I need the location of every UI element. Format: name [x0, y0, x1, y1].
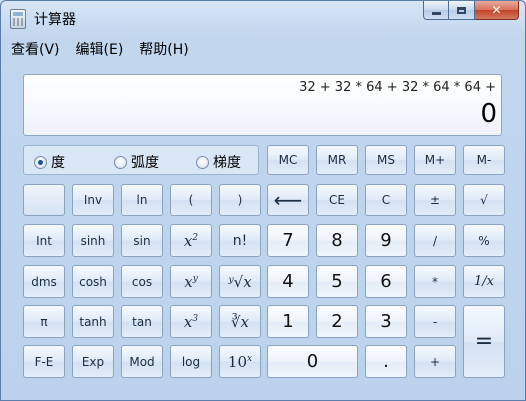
decimal-button[interactable]: .	[365, 345, 407, 378]
cos-button[interactable]: cos	[121, 265, 163, 298]
calculator-app-icon	[10, 9, 26, 29]
cube-button[interactable]: x3	[170, 305, 212, 338]
ms-button[interactable]: MS	[365, 145, 407, 175]
cube-root-button[interactable]: ∛x	[219, 305, 261, 338]
ln-button[interactable]: ln	[121, 184, 163, 216]
expression-readout: 32 + 32 * 64 + 32 * 64 * 64 +	[299, 80, 496, 95]
digit-1-button[interactable]: 1	[267, 305, 309, 338]
mc-button[interactable]: MC	[267, 145, 309, 175]
power-button[interactable]: xy	[170, 265, 212, 298]
radio-unchecked-icon	[114, 155, 127, 169]
menu-bar: 查看(V) 编辑(E) 帮助(H)	[1, 37, 525, 61]
radio-gradians-label: 梯度	[213, 155, 241, 171]
radio-unchecked-icon	[196, 155, 209, 169]
reciprocal-button[interactable]: 1/x	[463, 265, 505, 298]
dms-button[interactable]: dms	[23, 265, 65, 298]
tan-button[interactable]: tan	[121, 305, 163, 338]
equals-button[interactable]: =	[463, 305, 505, 378]
blank-button	[23, 184, 65, 216]
mr-button[interactable]: MR	[316, 145, 358, 175]
result-readout: 0	[480, 99, 497, 129]
minimize-button[interactable]	[423, 1, 449, 20]
plusminus-button[interactable]: ±	[414, 184, 456, 216]
percent-button[interactable]: %	[463, 224, 505, 257]
divide-button[interactable]: /	[414, 224, 456, 257]
radio-radians-label: 弧度	[131, 155, 159, 171]
square-label: x2	[183, 231, 199, 250]
digit-4-button[interactable]: 4	[267, 265, 309, 298]
menu-help[interactable]: 帮助(H)	[129, 39, 194, 59]
radio-degrees-label: 度	[51, 155, 65, 171]
lparen-button[interactable]: (	[170, 184, 212, 216]
digit-6-button[interactable]: 6	[365, 265, 407, 298]
add-button[interactable]: +	[414, 345, 456, 378]
maximize-button[interactable]	[449, 1, 475, 20]
display-panel: 32 + 32 * 64 + 32 * 64 * 64 + 0	[23, 74, 502, 136]
yroot-label: ʸ√x	[228, 272, 252, 291]
yroot-button[interactable]: ʸ√x	[219, 265, 261, 298]
clear-button[interactable]: C	[365, 184, 407, 216]
cube-root-label: ∛x	[230, 312, 250, 331]
log-button[interactable]: log	[170, 345, 212, 378]
radio-radians[interactable]: 弧度	[114, 152, 159, 172]
sqrt-button[interactable]: √	[463, 184, 505, 216]
close-icon: ✕	[491, 3, 502, 17]
radio-degrees[interactable]: 度	[34, 152, 65, 172]
digit-7-button[interactable]: 7	[267, 224, 309, 257]
sinh-button[interactable]: sinh	[72, 224, 114, 257]
digit-5-button[interactable]: 5	[316, 265, 358, 298]
calculator-window: 计算器 ✕ 查看(V) 编辑(E) 帮助(H) 32 + 32 * 64 + 3…	[0, 0, 526, 401]
power-label: xy	[184, 272, 198, 291]
backspace-button[interactable]: ⟵	[267, 184, 309, 216]
digit-9-button[interactable]: 9	[365, 224, 407, 257]
close-button[interactable]: ✕	[475, 1, 519, 20]
sin-button[interactable]: sin	[121, 224, 163, 257]
digit-8-button[interactable]: 8	[316, 224, 358, 257]
minimize-icon	[431, 11, 441, 15]
angle-unit-group: 度 弧度 梯度	[23, 145, 259, 175]
multiply-button[interactable]: *	[414, 265, 456, 298]
digit-2-button[interactable]: 2	[316, 305, 358, 338]
fe-button[interactable]: F-E	[23, 345, 65, 378]
ten-power-label: 10x	[227, 352, 253, 371]
digit-3-button[interactable]: 3	[365, 305, 407, 338]
radio-checked-icon	[34, 155, 47, 169]
inv-button[interactable]: Inv	[72, 184, 114, 216]
tanh-button[interactable]: tanh	[72, 305, 114, 338]
digit-0-button[interactable]: 0	[267, 345, 358, 378]
caption-buttons: ✕	[423, 1, 519, 21]
ten-power-button[interactable]: 10x	[219, 345, 261, 378]
rparen-button[interactable]: )	[219, 184, 261, 216]
radio-gradians[interactable]: 梯度	[196, 152, 241, 172]
reciprocal-label: 1/x	[474, 274, 494, 289]
mplus-button[interactable]: M+	[414, 145, 456, 175]
ce-button[interactable]: CE	[316, 184, 358, 216]
pi-button[interactable]: π	[23, 305, 65, 338]
factorial-button[interactable]: n!	[219, 224, 261, 257]
menu-edit[interactable]: 编辑(E)	[66, 39, 130, 59]
cube-label: x3	[183, 312, 199, 331]
menu-view[interactable]: 查看(V)	[1, 39, 66, 59]
subtract-button[interactable]: -	[414, 305, 456, 338]
maximize-icon	[457, 6, 466, 14]
int-button[interactable]: Int	[23, 224, 65, 257]
cosh-button[interactable]: cosh	[72, 265, 114, 298]
title-bar[interactable]: 计算器 ✕	[1, 1, 525, 35]
mod-button[interactable]: Mod	[121, 345, 163, 378]
square-button[interactable]: x2	[170, 224, 212, 257]
mminus-button[interactable]: M-	[463, 145, 505, 175]
exp-button[interactable]: Exp	[72, 345, 114, 378]
window-title: 计算器	[34, 12, 76, 28]
